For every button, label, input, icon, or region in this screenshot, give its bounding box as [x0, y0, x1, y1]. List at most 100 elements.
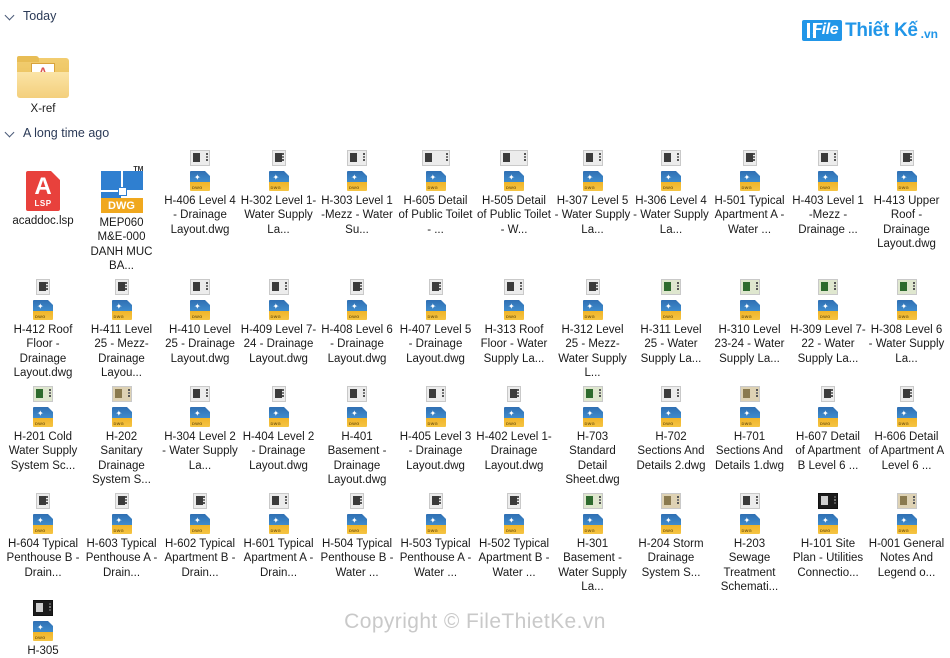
file-tile[interactable]: ✦DWGH-313 Roof Floor - Water Supply La..…: [475, 274, 553, 381]
file-label: H-001 General Notes And Legend o...: [869, 537, 945, 581]
file-label: H-404 Level 2 - Drainage Layout.dwg: [241, 430, 317, 474]
file-tile-xref[interactable]: A X-ref: [4, 30, 82, 117]
dwg-icon: ✦DWG: [269, 171, 289, 191]
file-tile[interactable]: ✦DWGH-403 Level 1 -Mezz - Drainage ...: [789, 145, 867, 274]
file-tile[interactable]: ✦DWGH-406 Level 4 - Drainage Layout.dwg: [161, 145, 239, 274]
file-tile[interactable]: ✦DWGH-702 Sections And Details 2.dwg: [632, 381, 710, 488]
thumbnail-preview: [818, 147, 838, 169]
file-tile[interactable]: ✦DWGH-413 Upper Roof - Drainage Layout.d…: [868, 145, 946, 274]
file-label: H-406 Level 4 - Drainage Layout.dwg: [162, 194, 238, 238]
file-label: H-502 Typical Apartment B - Water ...: [476, 537, 552, 581]
thumbnail-preview: [897, 490, 917, 512]
dwg-icon: ✦DWG: [740, 514, 760, 534]
thumbnail-image: [422, 150, 450, 166]
dwg-icon: ✦DWG: [740, 171, 760, 191]
file-tile[interactable]: ✦DWGH-504 Typical Penthouse B - Water ..…: [318, 488, 396, 595]
chevron-down-icon[interactable]: [6, 11, 16, 21]
dwg-icon: ✦DWG: [583, 407, 603, 427]
thumbnail-preview: [269, 490, 289, 512]
file-tile[interactable]: ✦DWGH-309 Level 7-22 - Water Supply La..…: [789, 274, 867, 381]
file-tile[interactable]: ✦DWGH-312 Level 25 - Mezz-Water Supply L…: [554, 274, 632, 381]
thumbnail-image: [272, 150, 286, 166]
file-label: H-202 Sanitary Drainage System S...: [84, 430, 160, 488]
file-label: H-606 Detail of Apartment A Level 6 ...: [869, 430, 945, 474]
file-tile[interactable]: ✦DWGH-402 Level 1-Drainage Layout.dwg: [475, 381, 553, 488]
file-tile[interactable]: ✦DWGH-503 Typical Penthouse A - Water ..…: [397, 488, 475, 595]
dwg-icon: ✦DWG: [897, 514, 917, 534]
dwg-icon: ✦DWG: [33, 514, 53, 534]
file-tile[interactable]: ✦DWGH-204 Storm Drainage System S...: [632, 488, 710, 595]
thumbnail-preview: [350, 490, 364, 512]
file-label: H-607 Detail of Apartment B Level 6 ...: [790, 430, 866, 474]
file-tile[interactable]: ✦DWGH-501 Typical Apartment A - Water ..…: [711, 145, 789, 274]
file-tile[interactable]: ✦DWGH-405 Level 3 - Drainage Layout.dwg: [397, 381, 475, 488]
file-tile[interactable]: ✦DWGH-409 Level 7-24 - Drainage Layout.d…: [240, 274, 318, 381]
thumbnail-image: [272, 386, 286, 402]
file-label: H-603 Typical Penthouse A - Drain...: [84, 537, 160, 581]
dwg-icon: ✦DWG: [818, 407, 838, 427]
file-tile[interactable]: ✦DWGH-203 Sewage Treatment Schemati...: [711, 488, 789, 595]
file-tile[interactable]: ✦DWGH-410 Level 25 - Drainage Layout.dwg: [161, 274, 239, 381]
file-tile[interactable]: ✦DWGH-604 Typical Penthouse B - Drain...: [4, 488, 82, 595]
file-tile[interactable]: ✦DWGH-401 Basement - Drainage Layout.dwg: [318, 381, 396, 488]
thumbnail-image: [112, 386, 132, 402]
thumbnail-preview: [743, 147, 757, 169]
chevron-down-icon[interactable]: [6, 128, 16, 138]
group-header-long-time-ago[interactable]: A long time ago: [0, 123, 950, 143]
file-tile[interactable]: ✦DWGH-201 Cold Water Supply System Sc...: [4, 381, 82, 488]
file-tile[interactable]: ✦DWGH-603 Typical Penthouse A - Drain...: [83, 488, 161, 595]
file-label: H-605 Detail of Public Toilet - ...: [398, 194, 474, 238]
thumbnail-preview: [583, 490, 603, 512]
file-tile[interactable]: ✦DWGH-307 Level 5 - Water Supply La...: [554, 145, 632, 274]
file-tile[interactable]: ✦DWGH-701 Sections And Details 1.dwg: [711, 381, 789, 488]
file-tile[interactable]: ALSPacaddoc.lsp: [4, 145, 82, 274]
file-tile[interactable]: ✦DWGH-303 Level 1 -Mezz - Water Su...: [318, 145, 396, 274]
file-tile[interactable]: ✦DWGH-411 Level 25 - Mezz-Drainage Layou…: [83, 274, 161, 381]
file-tile[interactable]: ✦DWG H-607 Detail of Apartment B Level 6 …: [789, 381, 867, 488]
thumbnail-image: [818, 493, 838, 509]
file-tile[interactable]: ✦DWGH-304 Level 2 - Water Supply La...: [161, 381, 239, 488]
file-tile[interactable]: ✦DWG H-001 General Notes And Legend o...: [868, 488, 946, 595]
file-label: H-309 Level 7-22 - Water Supply La...: [790, 323, 866, 367]
dwg-icon: ✦DWG: [583, 514, 603, 534]
dwg-icon: ✦DWG: [897, 171, 917, 191]
file-tile[interactable]: ✦DWGH-308 Level 6 - Water Supply La...: [868, 274, 946, 381]
dwg-icon: ✦DWG: [818, 514, 838, 534]
dwg-icon: ✦DWG: [661, 171, 681, 191]
file-tile[interactable]: ✦DWGH-412 Roof Floor - Drainage Layout.d…: [4, 274, 82, 381]
file-label: H-703 Standard Detail Sheet.dwg: [555, 430, 631, 488]
file-tile[interactable]: ✦DWG H-703 Standard Detail Sheet.dwg: [554, 381, 632, 488]
file-tile[interactable]: ✦DWGH-101 Site Plan - Utilities Connecti…: [789, 488, 867, 595]
file-label: H-204 Storm Drainage System S...: [633, 537, 709, 581]
file-tile[interactable]: ✦DWGH-404 Level 2 - Drainage Layout.dwg: [240, 381, 318, 488]
thumbnail-image: [269, 279, 289, 295]
file-tile[interactable]: ✦DWG H-202 Sanitary Drainage System S...: [83, 381, 161, 488]
dwg-icon: ✦DWG: [740, 300, 760, 320]
dwg-icon: ✦DWG: [190, 514, 210, 534]
file-tile[interactable]: ✦DWGH-310 Level 23-24 - Water Supply La.…: [711, 274, 789, 381]
dwg-icon: ✦DWG: [269, 514, 289, 534]
file-tile[interactable]: ✦DWGH-311 Level 25 - Water Supply La...: [632, 274, 710, 381]
thumbnail-preview: [190, 383, 210, 405]
thumbnail-preview: [740, 276, 760, 298]
file-tile[interactable]: ✦DWGH-601 Typical Apartment A - Drain...: [240, 488, 318, 595]
file-tile[interactable]: ✦DWGH-505 Detail of Public Toilet - W...: [475, 145, 553, 274]
file-tile[interactable]: ✦DWGH-407 Level 5 - Drainage Layout.dwg: [397, 274, 475, 381]
file-tile[interactable]: ✦DWGH-302 Level 1-Water Supply La...: [240, 145, 318, 274]
file-tile[interactable]: ✦DWGH-306 Level 4 - Water Supply La...: [632, 145, 710, 274]
file-tile[interactable]: ✦DWGH-301 Basement - Water Supply La...: [554, 488, 632, 595]
thumbnail-image: [897, 493, 917, 509]
file-tile[interactable]: DWGTMMEP060 M&E-000 DANH MUC BA...: [83, 145, 161, 274]
dwg-icon: ✦DWG: [112, 407, 132, 427]
dwg-icon: ✦DWG: [347, 171, 367, 191]
file-tile[interactable]: ✦DWGH-408 Level 6 - Drainage Layout.dwg: [318, 274, 396, 381]
thumbnail-preview: [422, 147, 450, 169]
brand-logo-text: Thiết Kế: [845, 21, 918, 40]
thumbnail-image: [429, 279, 443, 295]
file-tile[interactable]: ✦DWGH-502 Typical Apartment B - Water ..…: [475, 488, 553, 595]
file-tile[interactable]: ✦DWGH-606 Detail of Apartment A Level 6 …: [868, 381, 946, 488]
thumbnail-image: [36, 279, 50, 295]
file-tile[interactable]: ✦DWGH-605 Detail of Public Toilet - ...: [397, 145, 475, 274]
folder-xref-icon: A: [17, 56, 69, 98]
file-tile[interactable]: ✦DWGH-602 Typical Apartment B - Drain...: [161, 488, 239, 595]
